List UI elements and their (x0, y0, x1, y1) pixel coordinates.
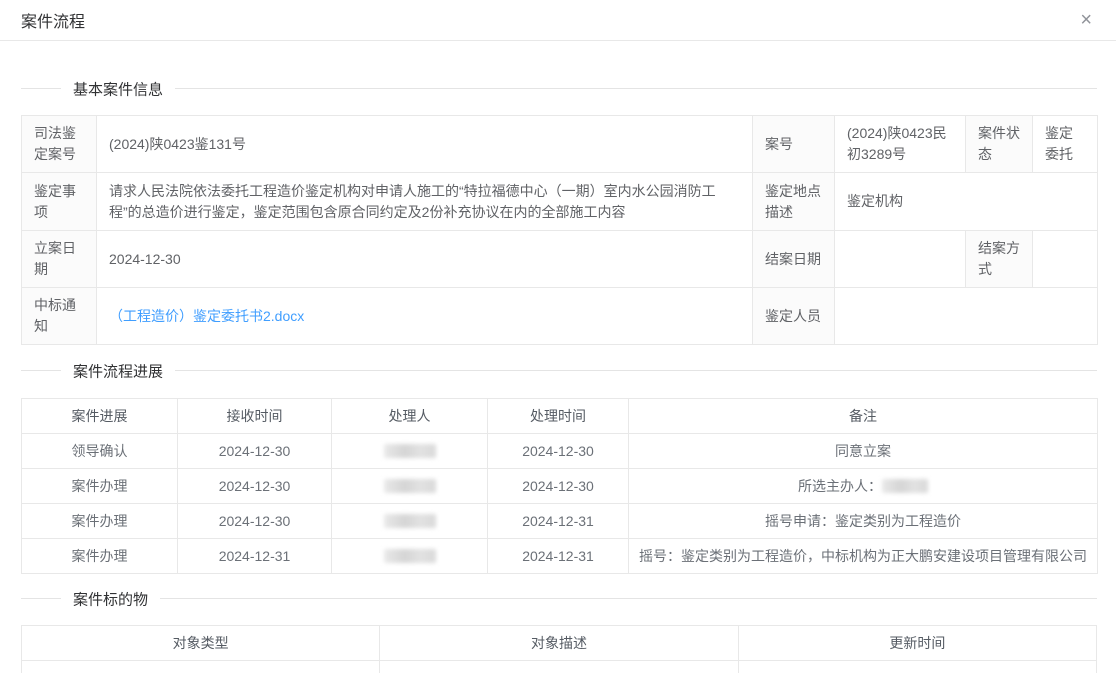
handler-cell (332, 434, 488, 469)
award-notice-label: 中标通知 (22, 288, 97, 345)
modal-body: 基本案件信息 司法鉴定案号 (2024)陕0423鉴131号 案号 (2024)… (0, 88, 1116, 673)
handler-cell (332, 469, 488, 504)
section-title-basic-info: 基本案件信息 (61, 78, 175, 99)
close-icon[interactable]: × (1080, 10, 1092, 30)
redacted-handler-name (384, 549, 436, 563)
stage-cell: 领导确认 (22, 434, 178, 469)
modal-header: 案件流程 × (0, 0, 1116, 41)
col-header-updated-time: 更新时间 (738, 626, 1096, 661)
stage-cell: 案件办理 (22, 504, 178, 539)
appraiser-value (835, 288, 1098, 345)
case-status-value: 鉴定委托 (1033, 116, 1098, 173)
col-header-stage: 案件进展 (22, 399, 178, 434)
col-header-object-desc: 对象描述 (380, 626, 738, 661)
award-notice-file-link[interactable]: （工程造价）鉴定委托书2.docx (109, 308, 304, 324)
case-no-value: (2024)陕0423民初3289号 (835, 116, 966, 173)
section-divider-basic-info: 基本案件信息 (21, 88, 1097, 89)
case-status-label: 案件状态 (966, 116, 1033, 173)
table-row: 案件办理 2024-12-30 2024-12-31 摇号申请：鉴定类别为工程造… (22, 504, 1098, 539)
table-row (22, 661, 1097, 673)
location-label: 鉴定地点描述 (753, 173, 835, 231)
received-time-cell: 2024-12-30 (178, 504, 332, 539)
note-cell: 摇号申请：鉴定类别为工程造价 (629, 504, 1098, 539)
received-time-cell: 2024-12-30 (178, 434, 332, 469)
section-divider-subject: 案件标的物 (21, 598, 1097, 599)
col-header-handler: 处理人 (332, 399, 488, 434)
handled-time-cell: 2024-12-30 (488, 469, 629, 504)
handler-cell (332, 539, 488, 574)
subject-table: 对象类型 对象描述 更新时间 (21, 625, 1097, 673)
judicial-case-no-label: 司法鉴定案号 (22, 116, 97, 173)
table-row: 立案日期 2024-12-30 结案日期 结案方式 (22, 231, 1098, 288)
note-cell: 摇号：鉴定类别为工程造价，中标机构为正大鹏安建设项目管理有限公司 (629, 539, 1098, 574)
stage-cell: 案件办理 (22, 539, 178, 574)
appraisal-matter-value: 请求人民法院依法委托工程造价鉴定机构对申请人施工的“特拉福德中心（一期）室内水公… (97, 173, 753, 231)
filing-date-value: 2024-12-30 (97, 231, 753, 288)
award-notice-cell: （工程造价）鉴定委托书2.docx (97, 288, 753, 345)
handled-time-cell: 2024-12-31 (488, 504, 629, 539)
table-row: 司法鉴定案号 (2024)陕0423鉴131号 案号 (2024)陕0423民初… (22, 116, 1098, 173)
appraisal-matter-label: 鉴定事项 (22, 173, 97, 231)
empty-cell (380, 661, 738, 673)
close-date-label: 结案日期 (753, 231, 835, 288)
close-method-label: 结案方式 (966, 231, 1033, 288)
note-cell: 所选主办人： (629, 469, 1098, 504)
progress-header-row: 案件进展 接收时间 处理人 处理时间 备注 (22, 399, 1098, 434)
col-header-handled-time: 处理时间 (488, 399, 629, 434)
note-prefix: 所选主办人： (798, 478, 882, 494)
redacted-handler-name (384, 514, 436, 528)
section-divider-progress: 案件流程进展 (21, 370, 1097, 371)
subject-header-row: 对象类型 对象描述 更新时间 (22, 626, 1097, 661)
table-row: 领导确认 2024-12-30 2024-12-30 同意立案 (22, 434, 1098, 469)
case-process-modal: 案件流程 × 基本案件信息 司法鉴定案号 (2024)陕0423鉴131号 案号… (0, 0, 1116, 673)
col-header-received-time: 接收时间 (178, 399, 332, 434)
redacted-handler-name (384, 444, 436, 458)
empty-cell (22, 661, 380, 673)
received-time-cell: 2024-12-31 (178, 539, 332, 574)
judicial-case-no-value: (2024)陕0423鉴131号 (97, 116, 753, 173)
table-row: 案件办理 2024-12-31 2024-12-31 摇号：鉴定类别为工程造价，… (22, 539, 1098, 574)
location-value: 鉴定机构 (835, 173, 1098, 231)
note-cell: 同意立案 (629, 434, 1098, 469)
handled-time-cell: 2024-12-31 (488, 539, 629, 574)
handled-time-cell: 2024-12-30 (488, 434, 629, 469)
section-title-progress: 案件流程进展 (61, 360, 175, 381)
table-row: 案件办理 2024-12-30 2024-12-30 所选主办人： (22, 469, 1098, 504)
modal-title: 案件流程 (21, 8, 85, 32)
received-time-cell: 2024-12-30 (178, 469, 332, 504)
redacted-handler-name (384, 479, 436, 493)
empty-cell (738, 661, 1096, 673)
col-header-note: 备注 (629, 399, 1098, 434)
filing-date-label: 立案日期 (22, 231, 97, 288)
section-title-subject: 案件标的物 (61, 588, 160, 609)
progress-table: 案件进展 接收时间 处理人 处理时间 备注 领导确认 2024-12-30 20… (21, 398, 1098, 574)
case-no-label: 案号 (753, 116, 835, 173)
redacted-owner-name (882, 479, 928, 493)
appraiser-label: 鉴定人员 (753, 288, 835, 345)
col-header-object-type: 对象类型 (22, 626, 380, 661)
stage-cell: 案件办理 (22, 469, 178, 504)
table-row: 鉴定事项 请求人民法院依法委托工程造价鉴定机构对申请人施工的“特拉福德中心（一期… (22, 173, 1098, 231)
handler-cell (332, 504, 488, 539)
close-method-value (1033, 231, 1098, 288)
basic-info-table: 司法鉴定案号 (2024)陕0423鉴131号 案号 (2024)陕0423民初… (21, 115, 1098, 345)
close-date-value (835, 231, 966, 288)
table-row: 中标通知 （工程造价）鉴定委托书2.docx 鉴定人员 (22, 288, 1098, 345)
